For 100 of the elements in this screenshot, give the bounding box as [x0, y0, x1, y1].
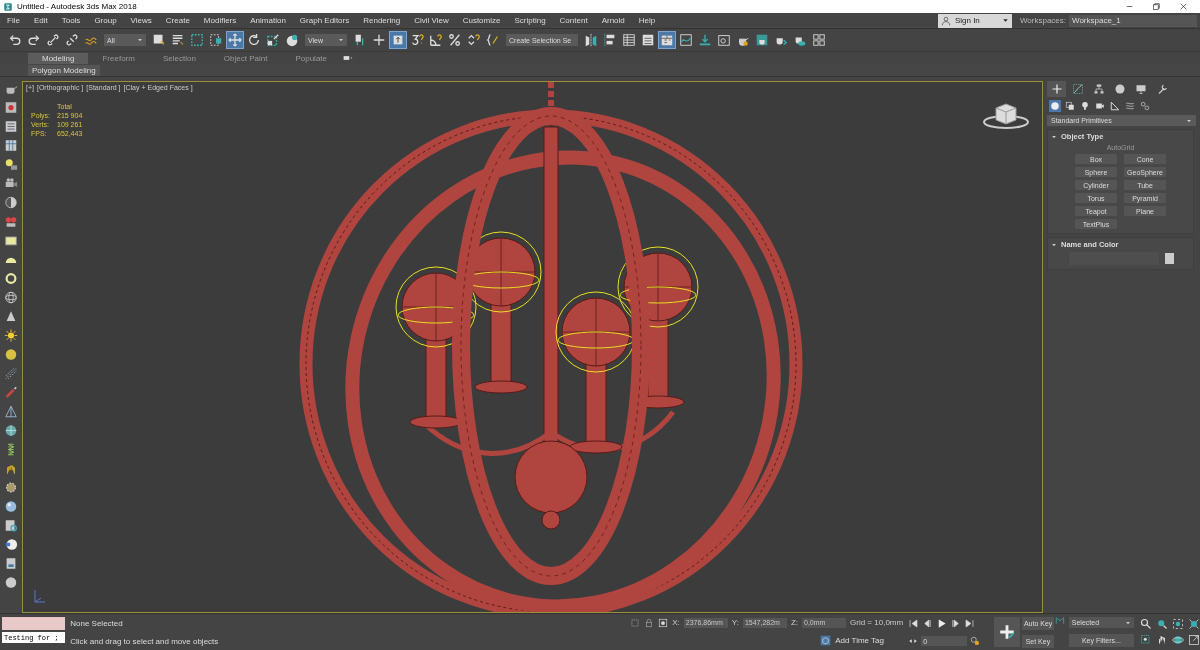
next-frame-icon[interactable] — [950, 617, 962, 629]
layers-icon[interactable] — [641, 33, 655, 47]
go-to-end-icon[interactable] — [964, 617, 976, 629]
link-icon[interactable] — [46, 33, 60, 47]
ribbon-tab[interactable]: Freeform — [88, 52, 149, 64]
circle-icon[interactable] — [1113, 83, 1126, 95]
rectangle-region-icon[interactable] — [190, 33, 204, 47]
rotate-icon[interactable] — [247, 33, 261, 47]
menu-item[interactable]: Content — [552, 16, 595, 25]
move-icon[interactable] — [228, 33, 242, 47]
orbit-icon[interactable] — [1172, 634, 1184, 646]
ribbon-tab[interactable]: Modeling — [28, 52, 89, 64]
close-icon[interactable] — [1179, 2, 1188, 11]
light-bulb-icon[interactable] — [4, 157, 18, 172]
search-page-icon[interactable] — [4, 518, 18, 533]
ruler-triangle-icon[interactable] — [1110, 101, 1120, 111]
restore-icon[interactable] — [1152, 2, 1161, 11]
align-icon[interactable] — [603, 33, 617, 47]
document-icon[interactable] — [4, 556, 18, 571]
light-bulb-icon[interactable] — [1080, 101, 1090, 111]
window-crossing-icon[interactable] — [209, 33, 223, 47]
shortcut-toggle-icon[interactable] — [391, 33, 405, 47]
braces-icon[interactable] — [486, 33, 500, 47]
sun-icon[interactable] — [4, 328, 18, 343]
curve-editor-icon[interactable] — [679, 33, 693, 47]
collapse-arrow-icon[interactable] — [1051, 133, 1057, 140]
angle-snap-icon[interactable] — [429, 33, 443, 47]
camera-icon[interactable] — [1095, 101, 1105, 111]
color-swatch[interactable] — [1165, 253, 1174, 264]
sphere-icon[interactable] — [4, 347, 18, 362]
collapse-arrow-icon[interactable] — [1051, 241, 1057, 248]
menu-item[interactable]: Rendering — [356, 16, 408, 25]
curve-icon[interactable] — [1071, 83, 1084, 95]
pan-hand-icon[interactable] — [1156, 634, 1168, 646]
zoom-extents-all-icon[interactable] — [1188, 618, 1200, 630]
crosshair-icon[interactable] — [372, 33, 386, 47]
previous-frame-icon[interactable] — [922, 617, 934, 629]
sphere-icon[interactable] — [4, 499, 18, 514]
ribbon-panel-label[interactable]: Polygon Modeling — [28, 64, 100, 76]
zoom-region-icon[interactable] — [1140, 634, 1152, 646]
time-config-icon[interactable] — [970, 636, 981, 647]
menu-item[interactable]: File — [0, 16, 27, 25]
sign-in-dropdown[interactable]: Sign In — [937, 13, 1012, 28]
sphere-icon[interactable] — [4, 537, 18, 552]
menu-item[interactable]: Views — [123, 16, 159, 25]
menu-item[interactable]: Customize — [455, 16, 508, 25]
menu-item[interactable]: Help — [631, 16, 663, 25]
go-to-start-icon[interactable] — [908, 617, 920, 629]
render-frame-icon[interactable] — [4, 100, 18, 115]
menu-item[interactable]: Animation — [243, 16, 293, 25]
download-icon[interactable] — [698, 33, 712, 47]
render-setup-icon[interactable] — [717, 33, 731, 47]
percent-snap-icon[interactable] — [448, 33, 462, 47]
viewcube-icon[interactable] — [982, 100, 1030, 130]
key-mode-icon[interactable] — [1053, 614, 1066, 626]
snap-icon[interactable] — [410, 33, 424, 47]
list-select-icon[interactable] — [171, 33, 185, 47]
ribbon-tab[interactable]: Populate — [281, 52, 341, 64]
play-icon[interactable] — [936, 617, 948, 629]
menu-item[interactable]: Tools — [54, 16, 88, 25]
search-icon[interactable] — [1140, 618, 1152, 630]
plus-icon[interactable] — [1050, 83, 1063, 95]
zoom-extents-icon[interactable] — [1172, 618, 1184, 630]
wireframe-sphere-icon[interactable] — [4, 290, 18, 305]
unlink-icon[interactable] — [65, 33, 79, 47]
ribbon-options-icon[interactable] — [341, 53, 355, 63]
undo-icon[interactable] — [8, 33, 22, 47]
maximize-viewport-icon[interactable] — [1188, 634, 1200, 646]
hierarchy-icon[interactable] — [1092, 83, 1105, 95]
transform-mode-icon[interactable] — [658, 617, 669, 628]
sphere-placement-icon[interactable] — [285, 33, 299, 47]
monitor-icon[interactable] — [1134, 83, 1147, 95]
ribbon-tab[interactable]: Object Paint — [209, 52, 282, 64]
add-time-tag-button[interactable]: Add Time Tag — [820, 635, 884, 647]
menu-item[interactable]: Group — [87, 16, 124, 25]
list-icon[interactable] — [4, 119, 18, 134]
sphere-icon[interactable] — [1050, 101, 1060, 111]
gear-icon[interactable] — [4, 480, 18, 495]
menu-item[interactable]: Modifiers — [196, 16, 244, 25]
set-keys-button[interactable] — [994, 617, 1020, 647]
rectangle-icon[interactable] — [4, 233, 18, 248]
scale-icon[interactable] — [266, 33, 280, 47]
half-sphere-icon[interactable] — [4, 195, 18, 210]
zoom-all-icon[interactable] — [1156, 618, 1168, 630]
menu-item[interactable]: Scripting — [507, 16, 553, 25]
globe-icon[interactable] — [4, 423, 18, 438]
script-listener-field[interactable] — [2, 617, 66, 630]
pyramid-icon[interactable] — [4, 404, 18, 419]
table-icon[interactable] — [4, 138, 18, 153]
menu-item[interactable]: Edit — [26, 16, 55, 25]
select-icon[interactable] — [152, 33, 166, 47]
grid-icon[interactable] — [812, 33, 826, 47]
workspace-dropdown[interactable]: Workspace_1 — [1069, 14, 1197, 27]
menu-item[interactable]: Graph Editors — [292, 16, 357, 25]
menu-item[interactable]: Create — [158, 16, 197, 25]
shapes-icon[interactable] — [1065, 101, 1075, 111]
ribbon-icon[interactable] — [660, 33, 674, 47]
mirror-icon[interactable] — [584, 33, 598, 47]
link-circles-icon[interactable] — [1140, 101, 1150, 111]
wave-lines-icon[interactable] — [1125, 101, 1135, 111]
